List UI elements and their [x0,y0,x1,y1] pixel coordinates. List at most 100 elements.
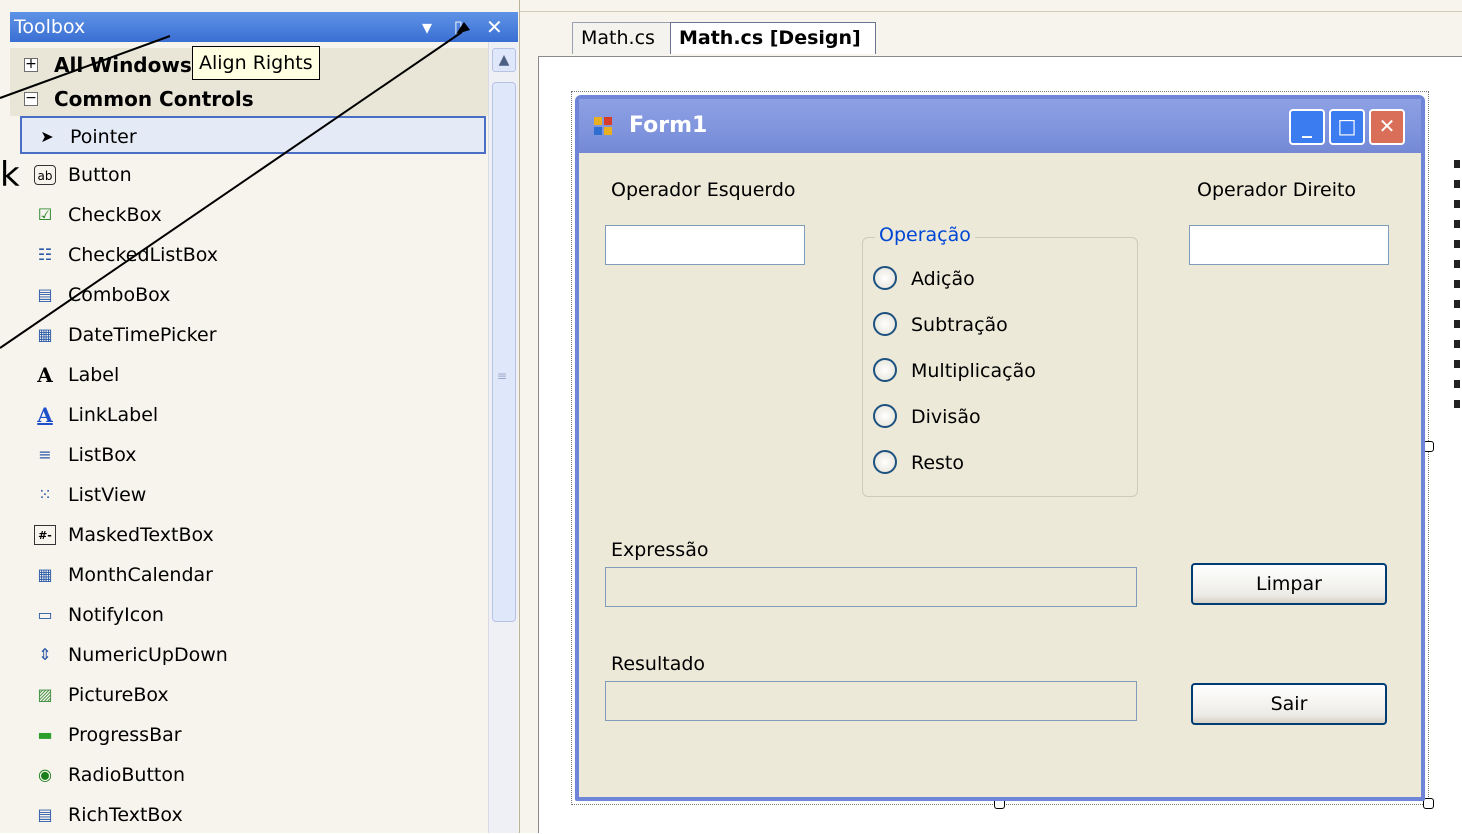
category-label: Common Controls [54,87,254,111]
toolbox-scrollbar[interactable]: ▲ ≡ [488,42,518,833]
listbox-icon: ≡ [38,445,52,464]
monthcalendar-icon: ▦ [37,565,53,584]
maximize-button[interactable]: □ [1329,109,1365,145]
radio-circle-icon [873,404,897,428]
toolbox-item-label: Label [68,364,120,386]
expand-icon[interactable]: + [24,57,38,72]
toolbox-item-label: NotifyIcon [68,604,164,626]
toolbox-item-button[interactable]: ab Button [20,156,486,194]
form-app-icon [594,117,612,135]
scroll-up-icon[interactable]: ▲ [492,48,516,72]
radio-label: Subtração [911,314,1008,336]
toolbox-item-notifyicon[interactable]: ▭ NotifyIcon [20,596,486,634]
clear-button[interactable]: Limpar [1191,563,1387,605]
toolbox-item-label[interactable]: A Label [20,356,486,394]
notifyicon-icon: ▭ [37,605,53,624]
grip-icon: ≡ [497,369,508,383]
radio-label: Adição [911,268,975,290]
tab-math-cs-design[interactable]: Math.cs [Design] [670,22,876,54]
toolbox-item-label: DateTimePicker [68,324,217,346]
toolbox-titlebar: Toolbox ▾ ▯ ✕ [10,12,518,42]
expression-label: Expressão [611,539,709,561]
radio-divisao[interactable]: Divisão [873,402,981,432]
radio-label: Divisão [911,406,981,428]
toolbox-item-label: ComboBox [68,284,171,306]
radio-adicao[interactable]: Adição [873,264,975,294]
pin-icon[interactable]: ▯ [454,12,463,42]
toolbox-item-radiobutton[interactable]: ◉ RadioButton [20,756,486,794]
toolbox-item-linklabel[interactable]: A LinkLabel [20,396,486,434]
toolbox-item-label: RichTextBox [68,804,183,826]
dropdown-icon[interactable]: ▾ [422,12,432,42]
toolbox-item-pointer[interactable]: ➤ Pointer [20,116,486,154]
datetimepicker-icon: ▦ [37,325,53,344]
category-common-controls[interactable]: − Common Controls [10,82,488,116]
operation-group-label: Operação [875,224,975,246]
radio-subtracao[interactable]: Subtração [873,310,1008,340]
toolbox-item-numericupdown[interactable]: ⇕ NumericUpDown [20,636,486,674]
label-icon: A [37,363,53,387]
toolbox-item-label: CheckBox [68,204,162,226]
toolbox-panel: Toolbox ▾ ▯ ✕ + All Windows − Common Con… [0,0,520,833]
radio-multiplicacao[interactable]: Multiplicação [873,356,1036,386]
result-label: Resultado [611,653,706,675]
toolbox-item-combobox[interactable]: ▤ ComboBox [20,276,486,314]
expression-field[interactable] [605,567,1137,607]
button-icon: ab [34,165,56,185]
toolbox-item-checkbox[interactable]: ☑ CheckBox [20,196,486,234]
toolbox-item-label: NumericUpDown [68,644,228,666]
toolbox-item-label: RadioButton [68,764,186,786]
form-window[interactable]: Form1 _ □ ✕ Operador Esquerdo Operador D… [575,95,1425,801]
toolbox-item-label: ProgressBar [68,724,182,746]
toolbox-item-picturebox[interactable]: ▨ PictureBox [20,676,486,714]
toolbox-item-datetimepicker[interactable]: ▦ DateTimePicker [20,316,486,354]
close-button[interactable]: ✕ [1369,109,1405,145]
radio-circle-icon [873,358,897,382]
toolbox-item-progressbar[interactable]: ▬ ProgressBar [20,716,486,754]
category-label: All Windows [54,53,192,77]
linklabel-icon: A [37,403,53,427]
pointer-icon: ➤ [40,127,54,146]
tooltip: Align Rights [192,46,320,80]
minimize-button[interactable]: _ [1289,109,1325,145]
exit-button[interactable]: Sair [1191,683,1387,725]
radio-resto[interactable]: Resto [873,448,964,478]
combobox-icon: ▤ [37,285,53,304]
right-operand-label: Operador Direito [1197,179,1357,201]
toolbox-item-label: ListView [68,484,147,506]
design-surface: Form1 _ □ ✕ Operador Esquerdo Operador D… [538,56,1462,833]
maskedtextbox-icon: #- [34,525,56,545]
document-area: Math.cs Math.cs [Design] Form1 _ □ ✕ Ope… [520,0,1462,833]
right-operand-input[interactable] [1189,225,1389,265]
toolbox-title: Toolbox [14,16,86,38]
scrollbar-thumb[interactable]: ≡ [492,82,516,622]
toolbox-item-label: CheckedListBox [68,244,219,266]
collapse-icon[interactable]: − [24,91,38,106]
richtextbox-icon: ▤ [37,805,53,824]
toolbox-item-label: ListBox [68,444,137,466]
close-icon[interactable]: ✕ [486,12,503,42]
radio-label: Resto [911,452,965,474]
left-operand-label: Operador Esquerdo [611,179,796,201]
toolbox-item-monthcalendar[interactable]: ▦ MonthCalendar [20,556,486,594]
annotation-mark: k [0,155,20,195]
toolbox-item-label: MonthCalendar [68,564,213,586]
toolbox-item-listview[interactable]: ⁙ ListView [20,476,486,514]
radio-circle-icon [873,312,897,336]
checkedlistbox-icon: ☷ [37,245,53,264]
numericupdown-icon: ⇕ [38,645,52,664]
toolbox-item-checkedlistbox[interactable]: ☷ CheckedListBox [20,236,486,274]
result-field[interactable] [605,681,1137,721]
toolbox-item-label: MaskedTextBox [68,524,214,546]
toolbox-list: + All Windows − Common Controls ➤ Pointe… [10,42,488,833]
operation-groupbox: Operação Adição Subtração Multiplicação … [862,224,1138,497]
properties-edge [1454,160,1462,460]
toolbox-item-label: PictureBox [68,684,169,706]
left-operand-input[interactable] [605,225,805,265]
toolbox-item-richtextbox[interactable]: ▤ RichTextBox [20,796,486,834]
checkbox-icon: ☑ [37,205,53,224]
radiobutton-icon: ◉ [38,765,52,784]
toolbox-item-listbox[interactable]: ≡ ListBox [20,436,486,474]
progressbar-icon: ▬ [37,725,53,744]
toolbox-item-maskedtextbox[interactable]: #- MaskedTextBox [20,516,486,554]
